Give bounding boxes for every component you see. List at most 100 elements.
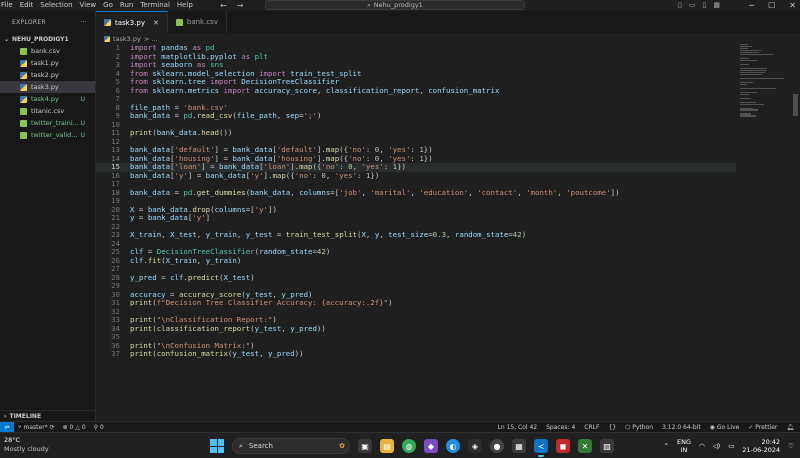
ports-indicator[interactable]: ⚲ 0 bbox=[94, 424, 104, 431]
code-line[interactable]: 21 y = bank_data['y'] bbox=[96, 213, 736, 223]
file-item[interactable]: twitter_valid... U bbox=[0, 129, 95, 141]
file-item[interactable]: task2.py bbox=[0, 69, 95, 81]
customize-layout-icon[interactable]: ▦ bbox=[713, 0, 720, 11]
problems-indicator[interactable]: ⊗ 0 △ 0 bbox=[63, 424, 86, 431]
code-line[interactable]: 11 print(bank_data.head()) bbox=[96, 128, 736, 138]
tab-bank-csv[interactable]: bank.csv bbox=[168, 11, 227, 33]
tab-label: bank.csv bbox=[186, 18, 218, 26]
more-actions-icon[interactable]: ··· bbox=[80, 19, 87, 26]
error-count: 0 bbox=[69, 423, 74, 431]
forward-arrow-icon[interactable]: → bbox=[237, 0, 244, 11]
minimap[interactable] bbox=[740, 44, 788, 117]
app-icon[interactable]: ◆ bbox=[424, 439, 438, 453]
close-icon[interactable]: ✕ bbox=[153, 19, 159, 27]
taskbar-search-label: Search bbox=[248, 442, 273, 450]
indentation[interactable]: Spaces: 4 bbox=[546, 424, 575, 431]
menu-item-view[interactable]: View bbox=[76, 0, 100, 11]
vscode-icon[interactable]: ≺ bbox=[534, 439, 548, 457]
windows-start-icon[interactable] bbox=[210, 439, 224, 453]
close-window-icon[interactable]: ✕ bbox=[789, 0, 796, 11]
maximize-icon[interactable]: ☐ bbox=[768, 0, 775, 11]
timeline-section[interactable]: › TIMELINE bbox=[0, 410, 96, 421]
line-source bbox=[120, 197, 130, 206]
excel-icon[interactable]: ✕ bbox=[578, 439, 592, 453]
code-line[interactable]: 34 print(classification_report(y_test, y_… bbox=[96, 324, 736, 334]
weather-widget[interactable]: 28°C Mostly cloudy bbox=[4, 436, 49, 454]
interpreter[interactable]: 3.12.0 64-bit bbox=[662, 424, 701, 431]
csv-file-icon bbox=[20, 107, 27, 115]
language-mode[interactable]: ⬡ Python bbox=[625, 424, 653, 431]
clock[interactable]: 20:42 21-06-2024 bbox=[742, 438, 780, 454]
file-explorer-icon[interactable]: ▤ bbox=[380, 439, 394, 453]
notification-icon[interactable]: ♡ bbox=[788, 442, 794, 450]
prettier[interactable]: ✓ Prettier bbox=[748, 424, 777, 431]
line-source bbox=[120, 265, 130, 274]
menu-item-help[interactable]: Help bbox=[173, 0, 196, 11]
notifications-bell-icon[interactable]: 🔔︎ bbox=[786, 424, 794, 431]
task-view-icon[interactable]: ▣ bbox=[358, 439, 372, 453]
command-center[interactable]: ⌕ Nehu_prodigy1 bbox=[265, 0, 525, 10]
store-icon[interactable]: ◈ bbox=[468, 439, 482, 453]
volume-icon[interactable]: ◁) bbox=[713, 442, 721, 450]
app-icon[interactable]: ▦ bbox=[512, 439, 526, 453]
file-item[interactable]: bank.csv bbox=[0, 45, 95, 57]
search-icon: ⌕ bbox=[239, 441, 243, 450]
file-name: bank.csv bbox=[31, 47, 60, 55]
editor-scrollbar[interactable] bbox=[793, 94, 798, 116]
end-of-line[interactable]: CRLF bbox=[584, 424, 599, 431]
chrome-icon[interactable]: ◍ bbox=[402, 439, 416, 453]
code-line[interactable]: 16 bank_data['y'] = bank_data['y'].map({'… bbox=[96, 171, 736, 181]
code-line[interactable]: 9 bank_data = pd.read_csv(file_path, sep=… bbox=[96, 111, 736, 121]
file-item[interactable]: task1.py bbox=[0, 57, 95, 69]
file-item[interactable]: task4.py U bbox=[0, 93, 95, 105]
breadcrumb-rest[interactable]: > ... bbox=[144, 35, 158, 43]
code-lines[interactable]: 1 import pandas as pd 2 import matplotlib.p… bbox=[96, 44, 736, 359]
code-line[interactable]: 23 X_train, X_test, y_train, y_test = tra… bbox=[96, 230, 736, 240]
code-line[interactable]: 37 print(confusion_matrix(y_test, y_pred)… bbox=[96, 349, 736, 359]
code-editor[interactable]: 1 import pandas as pd 2 import matplotlib.p… bbox=[96, 44, 800, 421]
taskbar-search[interactable]: ⌕ Search ✿ bbox=[232, 438, 350, 454]
back-arrow-icon[interactable]: ← bbox=[220, 0, 227, 11]
code-line[interactable]: 31 print(f"Decision Tree Classifier Accur… bbox=[96, 298, 736, 308]
remote-icon[interactable]: ⇌ bbox=[0, 421, 14, 433]
minimize-icon[interactable]: ─ bbox=[749, 0, 754, 11]
toggle-sidebar-icon[interactable]: ▯ bbox=[678, 0, 682, 11]
system-tray: ⌃ ENG IN ◠ ◁) ▭ 20:42 21-06-2024 ♡ bbox=[664, 436, 794, 456]
code-line[interactable]: 6 from sklearn.metrics import accuracy_sc… bbox=[96, 86, 736, 96]
code-line[interactable]: 28 y_pred = clf.predict(X_test) bbox=[96, 273, 736, 283]
menu-item-run[interactable]: Run bbox=[116, 0, 136, 11]
menu-item-go[interactable]: Go bbox=[100, 0, 117, 11]
wifi-icon[interactable]: ◠ bbox=[699, 442, 705, 450]
search-highlight-icon: ✿ bbox=[339, 442, 345, 450]
breadcrumb-file[interactable]: task3.py bbox=[113, 35, 141, 43]
toggle-secondary-sidebar-icon[interactable]: ▯ bbox=[703, 0, 707, 11]
file-item[interactable]: task3.py bbox=[0, 81, 95, 93]
file-name: task4.py bbox=[31, 95, 59, 103]
menu-item-edit[interactable]: Edit bbox=[16, 0, 37, 11]
cursor-position[interactable]: Ln 15, Col 42 bbox=[498, 424, 538, 431]
menu-item-selection[interactable]: Selection bbox=[37, 0, 76, 11]
line-number: 37 bbox=[111, 349, 120, 358]
toggle-panel-icon[interactable]: ▭ bbox=[689, 0, 696, 11]
code-line[interactable]: 26 clf.fit(X_train, y_train) bbox=[96, 256, 736, 266]
braces-icon[interactable]: {} bbox=[608, 424, 616, 431]
battery-icon[interactable]: ▭ bbox=[728, 442, 734, 450]
photos-icon[interactable]: ▨ bbox=[600, 439, 614, 453]
code-line[interactable]: 18 bank_data = pd.get_dummies(bank_data, … bbox=[96, 188, 736, 198]
minimap-line bbox=[740, 73, 763, 76]
file-item[interactable]: titanic.csv bbox=[0, 105, 95, 117]
branch-indicator[interactable]: ⑂ master* ⟳ bbox=[18, 424, 55, 431]
app-icon[interactable]: ◼ bbox=[556, 439, 570, 453]
edge-icon[interactable]: ◐ bbox=[446, 439, 460, 453]
input-language[interactable]: ENG IN bbox=[677, 438, 691, 454]
python-file-icon bbox=[20, 59, 27, 67]
tab-task3[interactable]: task3.py ✕ bbox=[96, 11, 168, 33]
menu-item-terminal[interactable]: Terminal bbox=[137, 0, 174, 11]
go-live[interactable]: ◉ Go Live bbox=[710, 424, 740, 431]
menu-item-file[interactable]: File bbox=[0, 0, 16, 11]
workspace-folder[interactable]: ⌄ NEHU_PRODIGY1 bbox=[0, 33, 95, 45]
dell-icon[interactable]: ● bbox=[490, 439, 504, 453]
file-item[interactable]: twitter_traini... U bbox=[0, 117, 95, 129]
layout-controls: ▯ ▭ ▯ ▦ bbox=[678, 0, 720, 11]
chevron-up-icon[interactable]: ⌃ bbox=[664, 442, 669, 450]
